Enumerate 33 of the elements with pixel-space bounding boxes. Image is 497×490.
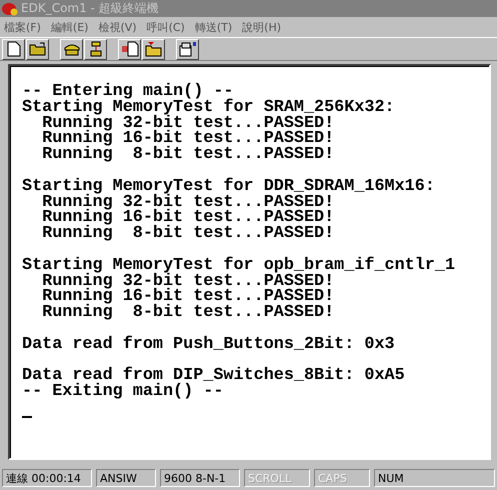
terminal-line: Starting MemoryTest for DDR_SDRAM_16Mx16: — [22, 178, 436, 195]
terminal-line: Starting MemoryTest for SRAM_256Kx32: — [22, 100, 396, 116]
terminal-line: -- Entering main() -- — [22, 84, 234, 100]
status-panel: NUM — [374, 469, 495, 487]
window-title: EDK_Com1 - 超級終端機 — [21, 0, 159, 17]
folder-icon-button[interactable] — [26, 38, 49, 60]
terminal-line: Running 8-bit test...PASSED! — [41, 305, 336, 321]
document-icon — [120, 41, 138, 57]
terminal-line: Running 8-bit test...PASSED! — [41, 147, 336, 163]
window-icon — [178, 41, 196, 57]
menu-item[interactable]: 編輯(E) — [50, 20, 88, 34]
text-cursor — [22, 416, 32, 418]
terminal-line: -- Exiting main() -- — [22, 384, 224, 400]
menu-item[interactable]: 呼叫(C) — [146, 20, 185, 34]
terminal-line: Data read from Push_Buttons_2Bit: 0x3 — [22, 336, 396, 353]
folder-icon — [28, 42, 46, 56]
document-icon-button[interactable] — [118, 38, 141, 60]
folder-icon-button[interactable] — [142, 38, 165, 60]
terminal-line: Running 8-bit test...PASSED! — [41, 226, 336, 242]
terminal-line: Starting MemoryTest for opb_bram_if_cntlr_1 — [22, 258, 456, 274]
folder-icon — [144, 41, 162, 57]
menu-item[interactable]: 檔案(F) — [4, 20, 41, 34]
status-panel: ANSIW — [96, 469, 156, 487]
menu-item[interactable]: 說明(H) — [242, 20, 282, 34]
terminal-screen[interactable] — [8, 64, 491, 460]
app-icon — [2, 2, 18, 16]
status-panel: 連線 00:00:14 — [2, 469, 92, 487]
menu-item[interactable]: 轉送(T) — [194, 20, 232, 34]
menu-item[interactable]: 檢視(V) — [98, 20, 137, 34]
document-icon-button[interactable] — [2, 38, 25, 60]
document-icon — [6, 41, 20, 57]
status-panel: 9600 8-N-1 — [160, 469, 240, 487]
window-icon-button[interactable] — [176, 38, 199, 60]
